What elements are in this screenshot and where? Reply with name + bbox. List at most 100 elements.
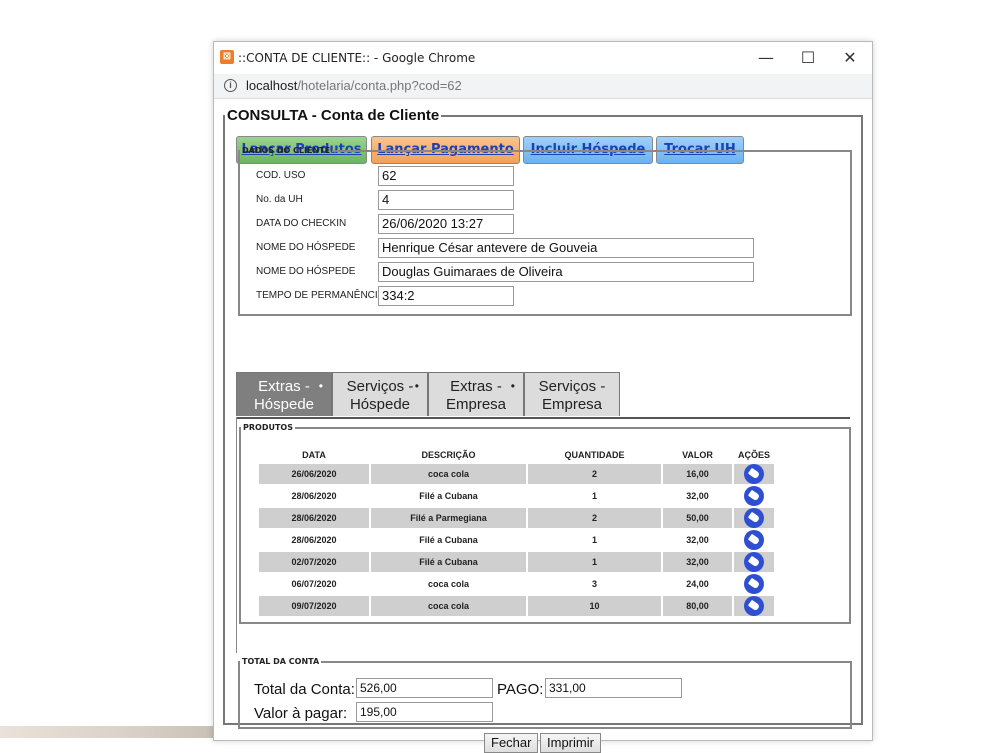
table-row: 28/06/2020 Filé a Cubana 1 32,00	[259, 486, 774, 506]
cell-descricao: Filé a Cubana	[371, 552, 526, 572]
cell-data: 09/07/2020	[259, 596, 369, 616]
fechar-button[interactable]: Fechar	[484, 733, 539, 753]
tag-icon[interactable]	[744, 530, 764, 550]
cell-descricao: Filé a Cubana	[371, 486, 526, 506]
cell-quantidade: 10	[528, 596, 661, 616]
tab-bar: Extras - Hóspede • Serviços - Hóspede • …	[236, 372, 850, 419]
table-row: 02/07/2020 Filé a Cubana 1 32,00	[259, 552, 774, 572]
tab-extras-hospede[interactable]: Extras - Hóspede •	[236, 372, 332, 416]
tab-extras-empresa[interactable]: Extras - Empresa •	[428, 372, 524, 416]
tab-dot: •	[510, 379, 515, 393]
tab-label-line1: Extras -	[258, 378, 310, 395]
tab-dot: •	[318, 379, 323, 393]
url-path: /hotelaria/conta.php?cod=62	[297, 78, 462, 93]
tab-servicos-empresa[interactable]: Serviços - Empresa	[524, 372, 620, 416]
imprimir-button[interactable]: Imprimir	[540, 733, 601, 753]
tag-icon[interactable]	[744, 552, 764, 572]
cell-valor: 50,00	[663, 508, 732, 528]
table-header-row: DATA DESCRIÇÃO QUANTIDADE VALOR AÇÕES	[259, 448, 774, 462]
tab-label-line1: Serviços -	[346, 378, 414, 395]
pago-field[interactable]: 331,00	[545, 678, 682, 698]
checkin-field[interactable]: 26/06/2020 13:27	[378, 214, 514, 234]
cell-data: 26/06/2020	[259, 464, 369, 484]
col-quantidade: QUANTIDADE	[564, 450, 625, 460]
table-row: 09/07/2020 coca cola 10 80,00	[259, 596, 774, 616]
cell-valor: 32,00	[663, 530, 732, 550]
tab-label-line2: Empresa	[541, 396, 603, 413]
guest-name-field-2[interactable]: Douglas Guimaraes de Oliveira	[378, 262, 754, 282]
browser-window: ⊠ ::CONTA DE CLIENTE:: - Google Chrome —…	[213, 41, 873, 753]
client-data-legend: DADOS DO CLIENTE	[242, 146, 331, 155]
products-legend: PRODUTOS	[243, 423, 293, 432]
guest-name-label-1: NOME DO HÓSPEDE	[256, 242, 356, 253]
cell-acoes	[734, 464, 774, 484]
cell-data: 28/06/2020	[259, 530, 369, 550]
tab-label-line2: Hóspede	[349, 396, 411, 413]
guest-name-field-1[interactable]: Henrique César antevere de Gouveia	[378, 238, 754, 258]
desktop-background	[0, 726, 213, 738]
tag-icon[interactable]	[744, 464, 764, 484]
total-label: Total da Conta:	[254, 681, 355, 698]
guest-name-label-2: NOME DO HÓSPEDE	[256, 266, 356, 277]
col-descricao: DESCRIÇÃO	[421, 450, 476, 460]
cell-data: 06/07/2020	[259, 574, 369, 594]
uh-field[interactable]: 4	[378, 190, 514, 210]
cell-descricao: coca cola	[371, 596, 526, 616]
form-title: CONSULTA - Conta de Cliente	[227, 107, 440, 124]
table-row: 28/06/2020 Filé a Cubana 1 32,00	[259, 530, 774, 550]
tab-label-line1: Serviços -	[538, 378, 606, 395]
cell-quantidade: 2	[528, 464, 661, 484]
tab-dot: •	[414, 379, 419, 393]
tag-icon[interactable]	[744, 486, 764, 506]
window-title: ::CONTA DE CLIENTE:: - Google Chrome	[238, 51, 476, 65]
cell-valor: 80,00	[663, 596, 732, 616]
tag-icon[interactable]	[744, 596, 764, 616]
cell-descricao: coca cola	[371, 464, 526, 484]
cell-quantidade: 1	[528, 530, 661, 550]
cod-uso-label: COD. USO	[256, 170, 306, 181]
pago-label: PAGO:	[497, 681, 544, 698]
pagar-field[interactable]: 195,00	[356, 702, 493, 722]
stay-time-label: TEMPO DE PERMANÊNCIA	[256, 290, 385, 301]
total-legend: TOTAL DA CONTA	[242, 657, 320, 666]
checkin-label: DATA DO CHECKIN	[256, 218, 347, 229]
stay-time-field[interactable]: 334:2	[378, 286, 514, 306]
col-acoes: AÇÕES	[737, 450, 770, 460]
table-row: 26/06/2020 coca cola 2 16,00	[259, 464, 774, 484]
cell-acoes	[734, 552, 774, 572]
products-table: DATA DESCRIÇÃO QUANTIDADE VALOR AÇÕES 26…	[257, 446, 776, 618]
table-row: 06/07/2020 coca cola 3 24,00	[259, 574, 774, 594]
xampp-icon: ⊠	[220, 50, 234, 64]
tab-label-line2: Empresa	[445, 396, 507, 413]
tab-servicos-hospede[interactable]: Serviços - Hóspede •	[332, 372, 428, 416]
cell-quantidade: 2	[528, 508, 661, 528]
tag-icon[interactable]	[744, 508, 764, 528]
url[interactable]: localhost/hotelaria/conta.php?cod=62	[246, 78, 462, 93]
cell-valor: 24,00	[663, 574, 732, 594]
products-section: PRODUTOS DATA DESCRIÇÃO QUANTIDADE VALOR…	[239, 423, 851, 624]
tag-icon[interactable]	[744, 574, 764, 594]
col-valor: VALOR	[682, 450, 713, 460]
cell-acoes	[734, 596, 774, 616]
cell-quantidade: 3	[528, 574, 661, 594]
cell-descricao: coca cola	[371, 574, 526, 594]
info-icon[interactable]: i	[224, 79, 237, 92]
page-content: CONSULTA - Conta de Cliente Lançar Produ…	[214, 99, 872, 753]
close-button[interactable]: ✕	[830, 46, 870, 70]
minimize-button[interactable]: —	[746, 46, 786, 70]
address-bar[interactable]: i localhost/hotelaria/conta.php?cod=62	[214, 74, 872, 99]
maximize-button[interactable]: ☐	[788, 46, 828, 70]
cod-uso-field[interactable]: 62	[378, 166, 514, 186]
total-field[interactable]: 526,00	[356, 678, 493, 698]
cell-valor: 32,00	[663, 552, 732, 572]
cell-acoes	[734, 530, 774, 550]
cell-quantidade: 1	[528, 486, 661, 506]
cell-data: 02/07/2020	[259, 552, 369, 572]
uh-label: No. da UH	[256, 194, 303, 205]
cell-valor: 32,00	[663, 486, 732, 506]
col-data: DATA	[302, 450, 326, 460]
cell-acoes	[734, 574, 774, 594]
tab-label-line1: Extras -	[450, 378, 502, 395]
cell-quantidade: 1	[528, 552, 661, 572]
tab-panel-border	[236, 417, 237, 653]
